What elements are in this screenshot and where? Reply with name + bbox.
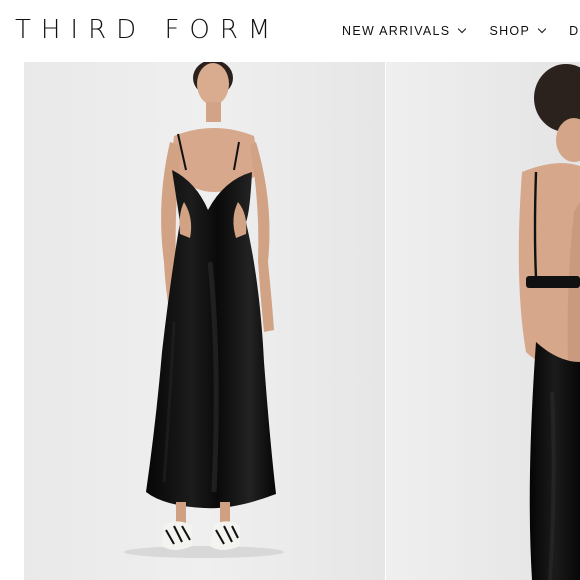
brand-logo[interactable]: THIRD FORM	[15, 14, 280, 46]
product-image-back[interactable]	[386, 62, 580, 580]
chevron-down-icon	[537, 24, 547, 34]
nav-shop-label: SHOP	[489, 24, 531, 38]
product-photo-front	[24, 62, 385, 580]
product-gallery	[0, 62, 580, 580]
nav-new-arrivals[interactable]: NEW ARRIVALS	[342, 24, 467, 38]
chevron-down-icon	[458, 24, 467, 34]
nav-dresses[interactable]: DRES	[569, 24, 580, 38]
nav-shop[interactable]: SHOP	[489, 24, 547, 38]
nav-dresses-label: DRES	[569, 24, 580, 38]
site-header: THIRD FORM NEW ARRIVALS SHOP DRES	[0, 0, 580, 62]
product-photo-back	[386, 62, 580, 580]
product-image-front[interactable]	[24, 62, 385, 580]
main-nav: NEW ARRIVALS SHOP DRES	[342, 22, 580, 40]
nav-new-arrivals-label: NEW ARRIVALS	[342, 24, 451, 38]
